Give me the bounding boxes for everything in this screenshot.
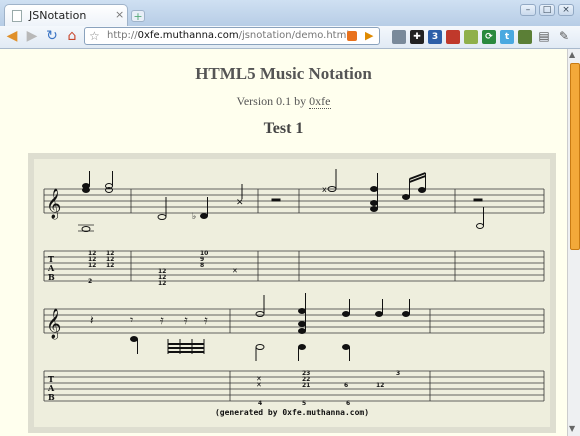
- svg-text:✕: ✕: [256, 381, 262, 389]
- svg-text:4: 4: [258, 400, 262, 407]
- home-icon[interactable]: ⌂: [64, 28, 80, 44]
- scrollbar-thumb[interactable]: [570, 63, 580, 250]
- svg-text:2: 2: [88, 278, 92, 285]
- plus-icon[interactable]: ✚: [410, 30, 424, 44]
- svg-text:𝄿: 𝄿: [204, 313, 208, 327]
- svg-text:♭: ♭: [192, 212, 196, 222]
- tab-close-icon[interactable]: ×: [115, 8, 124, 21]
- score-canvas: 𝄞 𝄞 T A B T A B ♭ ✕ x 𝄽 𝄾 𝄿 𝄿 𝄿 12 12 12…: [28, 153, 556, 433]
- svg-text:21: 21: [302, 382, 310, 389]
- generated-by-text: (generated by 0xfe.muthanna.com): [215, 408, 369, 417]
- pdf-icon[interactable]: [446, 30, 460, 44]
- svg-text:B: B: [48, 392, 55, 402]
- rss-feed-icon[interactable]: [347, 31, 357, 41]
- new-tab-button[interactable]: +: [131, 10, 145, 22]
- page-viewport: HTML5 Music Notation Version 0.1 by 0xfe…: [0, 49, 567, 436]
- svg-text:𝄽: 𝄽: [90, 313, 94, 327]
- wrench-menu-icon[interactable]: ✎: [556, 28, 572, 44]
- url-text: http://0xfe.muthanna.com/jsnotation/demo…: [107, 30, 350, 41]
- svg-text:12: 12: [158, 280, 166, 287]
- treble-clef-icon: 𝄞: [46, 308, 61, 340]
- scroll-up-icon[interactable]: ▲: [569, 50, 575, 59]
- svg-text:𝄿: 𝄿: [160, 313, 164, 327]
- svg-text:B: B: [48, 272, 55, 282]
- svg-text:x: x: [322, 185, 327, 194]
- treble-clef-icon: 𝄞: [46, 188, 61, 220]
- maximize-button[interactable]: □: [539, 4, 555, 16]
- vertical-scrollbar[interactable]: ▲ ▼: [567, 49, 580, 436]
- bookmark-star-icon[interactable]: ☆: [89, 29, 100, 43]
- tab-title: JSNotation: [29, 9, 87, 22]
- browser-tab[interactable]: JSNotation ×: [4, 4, 128, 26]
- svg-text:12: 12: [106, 262, 114, 269]
- address-bar[interactable]: ☆ http://0xfe.muthanna.com/jsnotation/de…: [84, 27, 380, 45]
- svg-text:3: 3: [396, 370, 400, 377]
- svg-text:6: 6: [346, 400, 350, 407]
- go-arrow-icon[interactable]: ▶: [365, 29, 373, 42]
- svg-text:5: 5: [302, 400, 306, 407]
- bookmark-icon[interactable]: [392, 30, 406, 44]
- reload-icon[interactable]: ↻: [44, 28, 60, 44]
- forward-arrow-icon[interactable]: ▶: [24, 28, 40, 44]
- test-heading: Test 1: [263, 120, 304, 137]
- svg-text:✕: ✕: [232, 267, 238, 275]
- refresh-ext-icon[interactable]: ⟳: [482, 30, 496, 44]
- author-link[interactable]: 0xfe: [309, 94, 331, 109]
- svg-text:6: 6: [344, 382, 348, 389]
- close-window-button[interactable]: ×: [558, 4, 574, 16]
- twitter-icon[interactable]: t: [500, 30, 514, 44]
- svg-text:8: 8: [200, 262, 204, 269]
- minimize-button[interactable]: –: [520, 4, 536, 16]
- back-arrow-icon[interactable]: ◀: [4, 28, 20, 44]
- title-bar: JSNotation × + – □ ×: [0, 0, 580, 26]
- svg-text:𝄾: 𝄾: [130, 313, 133, 327]
- scroll-down-icon[interactable]: ▼: [569, 424, 575, 433]
- tab-numbers: 12 12 12 12 12 12 2 10 9 8 12 12 12 23 2…: [88, 250, 400, 407]
- page-menu-icon[interactable]: ▤: [536, 28, 552, 44]
- evernote-icon[interactable]: [518, 30, 532, 44]
- browser-toolbar: ◀ ▶ ↻ ⌂ ☆ http://0xfe.muthanna.com/jsnot…: [0, 26, 580, 49]
- music-notation-drawing: 𝄞 𝄞 T A B T A B ♭ ✕ x 𝄽 𝄾 𝄿 𝄿 𝄿 12 12 12…: [43, 169, 545, 417]
- svg-text:12: 12: [376, 382, 384, 389]
- svg-text:𝄿: 𝄿: [184, 313, 188, 327]
- svg-text:12: 12: [88, 262, 96, 269]
- page-favicon-icon: [12, 10, 22, 22]
- version-line: Version 0.1 by 0xfe: [236, 94, 331, 109]
- svg-text:✕: ✕: [236, 198, 244, 208]
- ext-green-icon[interactable]: [464, 30, 478, 44]
- counter-icon[interactable]: 3: [428, 30, 442, 44]
- page-title: HTML5 Music Notation: [195, 64, 372, 83]
